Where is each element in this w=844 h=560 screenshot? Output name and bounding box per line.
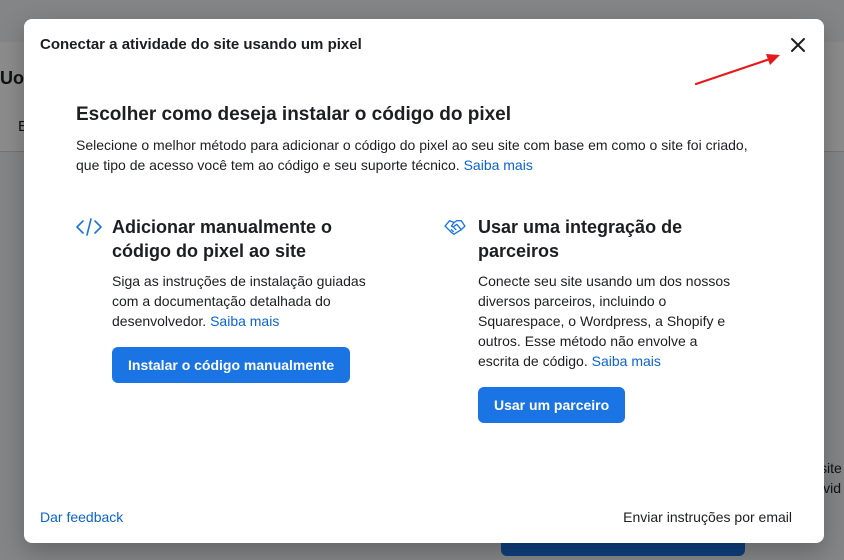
use-partner-button[interactable]: Usar um parceiro xyxy=(478,387,626,423)
handshake-icon xyxy=(444,220,466,235)
partner-option-title: Usar uma integração de parceiros xyxy=(478,217,683,261)
close-button[interactable] xyxy=(788,35,808,55)
give-feedback-link[interactable]: Dar feedback xyxy=(40,509,123,525)
send-email-instructions-link[interactable]: Enviar instruções por email xyxy=(623,509,792,525)
intro-description: Selecione o melhor método para adicionar… xyxy=(76,137,748,173)
annotation-arrow-icon xyxy=(694,54,780,86)
partner-learn-more-link[interactable]: Saiba mais xyxy=(592,353,661,369)
intro-text: Selecione o melhor método para adicionar… xyxy=(76,135,766,175)
pixel-setup-dialog: Conectar a atividade do site usando um p… xyxy=(24,19,824,543)
intro-learn-more-link[interactable]: Saiba mais xyxy=(464,157,533,173)
install-manually-button[interactable]: Instalar o código manualmente xyxy=(112,347,351,383)
section-heading: Escolher como deseja instalar o código d… xyxy=(76,104,512,125)
code-icon xyxy=(76,218,102,236)
close-icon xyxy=(791,38,805,52)
partner-option-description: Conecte seu site usando um dos nossos di… xyxy=(478,271,738,371)
manual-option-description: Siga as instruções de instalação guiadas… xyxy=(112,271,374,331)
manual-learn-more-link[interactable]: Saiba mais xyxy=(210,313,279,329)
manual-option-title: Adicionar manualmente o código do pixel … xyxy=(112,217,333,261)
dialog-title: Conectar a atividade do site usando um p… xyxy=(40,36,362,53)
